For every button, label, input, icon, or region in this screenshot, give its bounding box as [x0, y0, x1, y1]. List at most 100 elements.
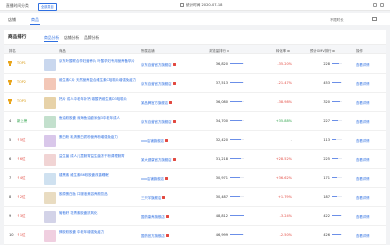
shop-link[interactable]: 某大健康官方旗舰店: [141, 157, 176, 162]
col-views[interactable]: 浏览量排行: [209, 48, 230, 53]
rank-change-badge: ↑1位: [17, 233, 26, 237]
panel-tab-underline: [44, 41, 58, 42]
shop-link[interactable]: 国药官方旗舰店: [141, 233, 169, 238]
gmv-value: 227: [323, 118, 330, 123]
table-row[interactable]: 9 ↑3位 葡萄籽 花青素胶囊抗氧化 国药康养旗舰店 48,812 -3.24% 422 查看…: [4, 207, 386, 226]
view-detail-link[interactable]: 查看详情: [356, 214, 370, 219]
ranking-panel: 商品排行 商品分析 店铺分析 品牌分析 排名 商品 所属店铺 浏览量排行 转化率…: [4, 30, 386, 245]
col-rank: 排名: [9, 49, 16, 53]
views-bar: [230, 195, 244, 197]
table-row[interactable]: 7 ↑4位 褪黑素 维生素B6软胶囊改善睡眠 xxx店铺旗舰店 30,971 +36.62…: [4, 169, 386, 188]
calendar-icon[interactable]: [180, 3, 184, 7]
grid-icon[interactable]: [372, 16, 377, 21]
tab-shop[interactable]: 店铺: [8, 17, 16, 23]
rank-number: 7: [9, 175, 12, 180]
shop-link[interactable]: 京东自营官方旗舰店: [141, 81, 176, 86]
views-bar: [230, 157, 244, 159]
product-thumbnail[interactable]: [44, 210, 56, 223]
shop-link[interactable]: 三只羊旗舰店: [141, 195, 166, 200]
gmv-bar: [332, 195, 342, 197]
shop-icon: [164, 139, 168, 142]
table-row[interactable]: TOP1 京东叶酸联合孕妇营养片 叶酸孕妇专用营养备孕片 京东自营官方旗舰店 36,8…: [4, 55, 386, 74]
tab-product[interactable]: 商品: [31, 17, 39, 23]
table-row[interactable]: 6 ↑6位 益生菌 成人儿童肠胃益生菌冻干粉调理肠胃 某大健康官方旗舰店 31,218 +…: [4, 150, 386, 169]
trophy-icon: [7, 79, 13, 86]
product-thumbnail[interactable]: [44, 153, 56, 166]
date-label[interactable]: 统计时间 2020-07-18: [186, 3, 222, 8]
product-title-link[interactable]: 褪黑素 维生素B6软胶囊改善睡眠: [59, 173, 137, 183]
product-thumbnail[interactable]: [44, 96, 56, 109]
tab-brand-analysis[interactable]: 品牌分析: [84, 35, 99, 41]
view-detail-link[interactable]: 查看详情: [356, 138, 370, 143]
table-row[interactable]: 8 ↑2位 胶原蛋白肽 口服液美容养颜饮品 三只羊旗舰店 30,487 +1.79% 187…: [4, 188, 386, 207]
category-filter[interactable]: 全部类目: [38, 2, 57, 11]
duration-select[interactable]: 不限时长: [330, 17, 344, 22]
shop-link[interactable]: 京东自营官方旗舰店: [141, 62, 176, 67]
shop-icon: [172, 120, 176, 123]
top-title: 直播时间分类: [6, 3, 29, 8]
gmv-value: 320: [323, 99, 330, 104]
views-value: 34,700: [215, 118, 228, 123]
rank-change-badge: 新上榜: [17, 119, 28, 123]
table-row[interactable]: TOP3 钙片 成人中老年补钙 碳酸钙维生素D3咀嚼片 某品牌官方旗舰店 36,080…: [4, 93, 386, 112]
views-value: 46,999: [215, 232, 228, 237]
view-detail-link[interactable]: 查看详情: [356, 100, 370, 105]
top-bar: 直播时间分类 全部类目 统计时间 2020-07-18: [0, 0, 390, 11]
product-title-link[interactable]: 葡萄籽 花青素胶囊抗氧化: [59, 211, 137, 221]
table-row[interactable]: 10 ↑1位 蜂胶软胶囊 中老年增强免疫力 国药官方旗舰店 46,999 -2.50% 42…: [4, 226, 386, 245]
product-title-link[interactable]: 蛋白粉 乳清蛋白质粉营养粉增强免疫力: [59, 135, 137, 145]
tab-shop-analysis[interactable]: 店铺分析: [64, 35, 79, 41]
table-row[interactable]: TOP2 维生素C片 天然营养复合维生素C咀嚼片增强免疫力 京东自营官方旗舰店 37,…: [4, 74, 386, 93]
sub-bar: 店铺 商品 不限时长: [0, 13, 390, 25]
product-thumbnail[interactable]: [44, 191, 56, 204]
col-rate[interactable]: 转化率: [276, 48, 290, 53]
view-detail-link[interactable]: 查看详情: [356, 176, 370, 181]
col-views-label: 浏览量排行: [209, 49, 226, 53]
product-thumbnail[interactable]: [44, 77, 56, 90]
views-value: 32,420: [215, 137, 228, 142]
view-detail-link[interactable]: 查看详情: [356, 195, 370, 200]
product-title-link[interactable]: 蜂胶软胶囊 中老年增强免疫力: [59, 230, 137, 240]
product-thumbnail[interactable]: [44, 115, 56, 128]
product-thumbnail[interactable]: [44, 172, 56, 185]
product-title-link[interactable]: 京东叶酸联合孕妇营养片 叶酸孕妇专用营养备孕片: [59, 59, 137, 69]
product-title-link[interactable]: 益生菌 成人儿童肠胃益生菌冻干粉调理肠胃: [59, 154, 137, 164]
rank-number: 10: [9, 232, 14, 237]
col-gmv[interactable]: 预计GMV排行: [310, 48, 335, 53]
conversion-rate: -2.50%: [279, 232, 292, 237]
shop-link[interactable]: xxx店铺旗舰店: [141, 176, 168, 181]
product-thumbnail[interactable]: [44, 58, 56, 71]
gmv-bar: [332, 62, 342, 64]
rank-change-badge: TOP1: [17, 61, 26, 65]
gmv-value: 113: [323, 137, 330, 142]
download-icon[interactable]: [380, 2, 384, 7]
conversion-rate: -3.24%: [279, 213, 292, 218]
product-title-link[interactable]: 胶原蛋白肽 口服液美容养颜饮品: [59, 192, 137, 202]
view-detail-link[interactable]: 查看详情: [356, 81, 370, 86]
table-row[interactable]: 5 ↑5位 蛋白粉 乳清蛋白质粉营养粉增强免疫力 xxx店铺旗舰店 32,420 - 113…: [4, 131, 386, 150]
product-title-link[interactable]: 维生素C片 天然营养复合维生素C咀嚼片增强免疫力: [59, 78, 137, 88]
settings-icon[interactable]: [373, 2, 377, 7]
rank-number: 8: [9, 194, 12, 199]
shop-link[interactable]: 某品牌官方旗舰店: [141, 100, 173, 105]
shop-link[interactable]: xxx店铺旗舰店: [141, 138, 168, 143]
shop-link[interactable]: 京东自营官方旗舰店: [141, 119, 176, 124]
product-title-link[interactable]: 钙片 成人中老年补钙 碳酸钙维生素D3咀嚼片: [59, 97, 137, 107]
shop-name: xxx店铺旗舰店: [141, 176, 164, 181]
shop-icon: [164, 177, 168, 180]
view-detail-link[interactable]: 查看详情: [356, 119, 370, 124]
table-row[interactable]: 4 新上榜 鱼油软胶囊 深海鱼油欧米伽3中老年成人 京东自营官方旗舰店 34,700 +3…: [4, 112, 386, 131]
view-detail-link[interactable]: 查看详情: [356, 62, 370, 67]
help-icon[interactable]: [286, 49, 290, 53]
shop-name: 某大健康官方旗舰店: [141, 157, 172, 162]
product-thumbnail[interactable]: [44, 229, 56, 242]
shop-name: 国药康养旗舰店: [141, 214, 165, 219]
product-title-link[interactable]: 鱼油软胶囊 深海鱼油欧米伽3中老年成人: [59, 116, 137, 126]
product-thumbnail[interactable]: [44, 134, 56, 147]
help-icon[interactable]: [226, 49, 230, 53]
view-detail-link[interactable]: 查看详情: [356, 157, 370, 162]
shop-link[interactable]: 国药康养旗舰店: [141, 214, 169, 219]
view-detail-link[interactable]: 查看详情: [356, 233, 370, 238]
help-icon[interactable]: [332, 49, 335, 53]
gmv-value: 225: [323, 156, 330, 161]
